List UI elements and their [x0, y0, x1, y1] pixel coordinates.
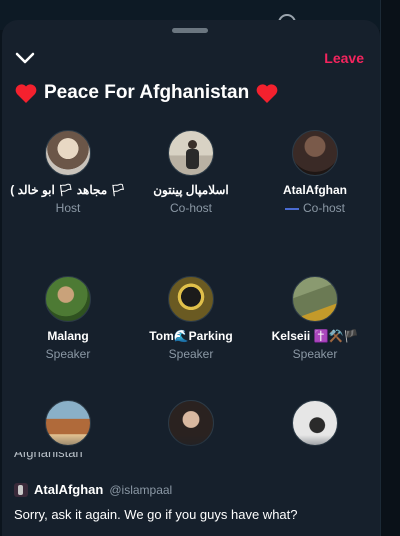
comment-item: AtalAfghan @islampaal Sorry, ask it agai…	[14, 482, 370, 522]
participant-role: Speaker	[168, 347, 214, 361]
participant-name: Kelseii ✝️⚒️🏴	[271, 329, 359, 343]
space-title-row: Peace For Afghanistan	[14, 82, 279, 104]
avatar	[292, 276, 338, 322]
space-title: Peace For Afghanistan	[44, 82, 250, 103]
leave-button[interactable]: Leave	[324, 50, 364, 66]
heart-icon	[256, 84, 278, 103]
participant-speaker[interactable]: Tom🌊Parking Speaker	[128, 276, 254, 361]
heart-icon	[15, 84, 37, 103]
comment-avatar-icon	[14, 482, 28, 497]
participant-name: AtalAfghan	[283, 183, 347, 197]
participant-name: ( مجاهد 🏳 ابو خالد 🏳	[10, 183, 126, 197]
participant-name: اسلامپال پینتون	[153, 183, 229, 197]
participant-name: Malang	[47, 329, 89, 343]
avatar	[168, 276, 214, 322]
participant-speaker[interactable]: Kelseii ✝️⚒️🏴 Speaker	[252, 276, 378, 361]
sheet-grabber-handle[interactable]	[172, 28, 208, 33]
background-edge	[380, 0, 400, 536]
space-sheet: Leave Peace For Afghanistan ( مجاهد 🏳 اب…	[2, 20, 380, 536]
comment-author[interactable]: AtalAfghan	[34, 482, 103, 497]
avatar	[292, 130, 338, 176]
speaking-indicator	[284, 207, 299, 210]
participant-role: Co-host	[252, 201, 378, 215]
comment-text: Sorry, ask it again. We go if you guys h…	[14, 507, 298, 522]
participant-role: Host	[55, 201, 81, 215]
partial-comment-line: Afghanistan	[14, 452, 83, 460]
avatar	[45, 130, 91, 176]
participant-speaker[interactable]: Malang Speaker	[5, 276, 131, 361]
partial-comment-text: Afghanistan	[14, 452, 83, 461]
participant-role-label: Co-host	[302, 201, 346, 215]
participant-role: Co-host	[169, 201, 213, 215]
participant-cohost[interactable]: AtalAfghan Co-host	[252, 130, 378, 215]
avatar	[45, 276, 91, 322]
avatar	[168, 130, 214, 176]
participant-role: Speaker	[292, 347, 338, 361]
participant-role: Speaker	[45, 347, 91, 361]
participant-cohost[interactable]: اسلامپال پینتون Co-host	[128, 130, 254, 215]
chevron-down-icon[interactable]	[14, 50, 36, 66]
participant-name: Tom🌊Parking	[149, 329, 233, 343]
comment-handle[interactable]: @islampaal	[109, 483, 172, 497]
participant-host[interactable]: ( مجاهد 🏳 ابو خالد 🏳 Host	[5, 130, 131, 215]
comment-header: AtalAfghan @islampaal	[14, 482, 370, 497]
